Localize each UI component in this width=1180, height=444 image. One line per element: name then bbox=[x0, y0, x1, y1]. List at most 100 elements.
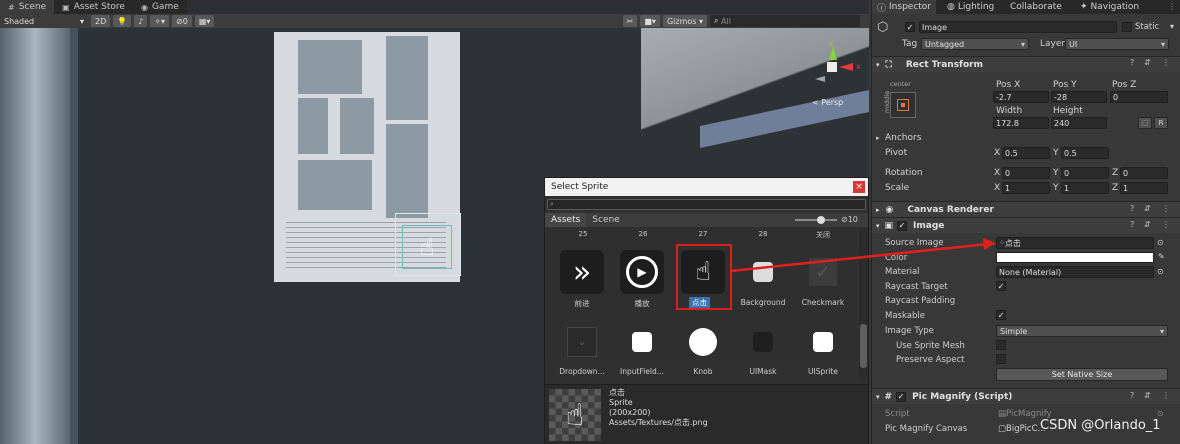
tab-inspector[interactable]: ⓘ Inspector bbox=[872, 0, 936, 14]
material-field[interactable]: None (Material) bbox=[996, 266, 1154, 278]
rotation-z-field[interactable]: 0 bbox=[1120, 167, 1168, 179]
camera-dropdown-icon[interactable]: ■▾ bbox=[640, 15, 660, 27]
color-swatch[interactable] bbox=[996, 252, 1154, 263]
pos-x-field[interactable]: -2.7 bbox=[993, 91, 1049, 103]
preset-icon[interactable]: ⇵ bbox=[1144, 204, 1151, 213]
tab-asset-store[interactable]: ▣ Asset Store bbox=[54, 0, 133, 14]
tools-icon[interactable]: ✂ bbox=[622, 15, 638, 27]
eyedropper-icon[interactable]: ✎ bbox=[1158, 252, 1165, 261]
preset-icon[interactable]: ⇵ bbox=[1144, 58, 1151, 67]
sprite-tap-hand-icon[interactable]: ☝ bbox=[681, 250, 725, 294]
2d-toggle[interactable]: 2D bbox=[91, 15, 111, 27]
more-icon[interactable]: ⋮ bbox=[1162, 58, 1170, 67]
preset-icon[interactable]: ⇵ bbox=[1144, 220, 1151, 229]
store-icon: ▣ bbox=[62, 2, 70, 12]
sprite-play-icon[interactable]: ▶ bbox=[620, 250, 664, 294]
sprite-forward-icon[interactable]: » bbox=[560, 250, 604, 294]
pic-magnify-enabled-checkbox[interactable]: ✓ bbox=[896, 391, 907, 402]
help-icon[interactable]: ? bbox=[1130, 220, 1134, 229]
pos-z-field[interactable]: 0 bbox=[1110, 91, 1168, 103]
gizmo-center[interactable] bbox=[827, 62, 837, 72]
grid-scrollbar-thumb[interactable] bbox=[860, 324, 867, 368]
tab-navigation[interactable]: ✦ Navigation bbox=[1075, 0, 1144, 14]
sprite-dropdown-icon[interactable]: ⌄ bbox=[560, 320, 604, 364]
sprite-uisprite-icon[interactable] bbox=[801, 320, 845, 364]
active-checkbox[interactable]: ✓ bbox=[905, 22, 915, 32]
sprite-knob-icon[interactable] bbox=[681, 320, 725, 364]
sprite-search-input[interactable]: ⌕ bbox=[547, 199, 866, 210]
tag-dropdown[interactable]: Untagged bbox=[921, 38, 1029, 50]
object-picker-icon[interactable]: ⊙ bbox=[1157, 409, 1164, 418]
more-icon[interactable]: ⋮ bbox=[1162, 220, 1170, 229]
scene-view[interactable]: # Scene ▣ Asset Store ◉ Game Shaded ▾ 2D 💡 ♪… bbox=[0, 0, 869, 444]
dialog-title-bar[interactable]: Select Sprite × bbox=[545, 178, 868, 196]
help-icon[interactable]: ? bbox=[1130, 204, 1134, 213]
scene-search-input[interactable]: ⌕ All bbox=[710, 15, 860, 27]
more-icon[interactable]: ⋮ bbox=[1162, 391, 1170, 400]
more-icon[interactable]: ⋮ bbox=[1168, 2, 1176, 11]
preset-icon[interactable]: ⇵ bbox=[1144, 391, 1151, 400]
effects-dropdown-icon[interactable]: ✧▾ bbox=[150, 15, 170, 27]
tab-scene-objects[interactable]: Scene bbox=[586, 213, 625, 227]
source-image-field[interactable]: ⁘ 点击 bbox=[996, 237, 1154, 249]
audio-toggle-icon[interactable]: ♪ bbox=[134, 15, 148, 27]
hidden-objects-toggle[interactable]: ⊘ 0 bbox=[172, 15, 192, 27]
scale-y-field[interactable]: 1 bbox=[1061, 182, 1109, 194]
anchors-label[interactable]: Anchors bbox=[885, 133, 921, 143]
tab-collaborate[interactable]: Collaborate bbox=[1005, 0, 1067, 14]
scene-gizmo[interactable]: y x bbox=[812, 38, 862, 88]
scale-z-field[interactable]: 1 bbox=[1120, 182, 1168, 194]
sprite-background-icon[interactable] bbox=[741, 250, 785, 294]
pivot-x-field[interactable]: 0.5 bbox=[1002, 147, 1050, 159]
grid-toggle-icon[interactable]: ▦▾ bbox=[194, 15, 215, 27]
gizmo-z-arrow[interactable] bbox=[815, 76, 825, 82]
tab-lighting[interactable]: ◍ Lighting bbox=[942, 0, 999, 14]
tap-hand-icon[interactable]: ☝ bbox=[402, 225, 452, 269]
raycast-target-checkbox[interactable]: ✓ bbox=[996, 281, 1006, 291]
gizmos-dropdown[interactable]: Gizmos ▾ bbox=[662, 15, 707, 27]
layer-dropdown[interactable]: UI bbox=[1065, 38, 1169, 50]
anchor-preset-button[interactable] bbox=[890, 92, 916, 118]
more-icon[interactable]: ⋮ bbox=[1162, 204, 1170, 213]
tab-game[interactable]: ◉ Game bbox=[133, 0, 187, 14]
gizmo-y-arrow[interactable] bbox=[829, 46, 837, 60]
maskable-checkbox[interactable]: ✓ bbox=[996, 310, 1006, 320]
use-sprite-mesh-checkbox[interactable] bbox=[996, 340, 1006, 350]
image-enabled-checkbox[interactable]: ✓ bbox=[897, 220, 908, 231]
sprite-uimask-icon[interactable] bbox=[741, 320, 785, 364]
object-picker-icon[interactable]: ⊙ bbox=[1157, 238, 1164, 247]
zoom-slider[interactable] bbox=[795, 219, 837, 221]
tab-scene[interactable]: # Scene bbox=[0, 0, 55, 14]
blueprint-mode-icon[interactable]: ⬚ bbox=[1138, 117, 1152, 129]
tab-assets[interactable]: Assets bbox=[545, 213, 587, 227]
object-name-field[interactable]: Image bbox=[919, 21, 1117, 33]
chevron-down-icon[interactable]: ▾ bbox=[1170, 22, 1174, 31]
sprite-checkmark-icon[interactable]: ✓ bbox=[801, 250, 845, 294]
lighting-toggle-icon[interactable]: 💡 bbox=[113, 15, 132, 27]
scale-x-field[interactable]: 1 bbox=[1002, 182, 1050, 194]
raycast-padding-label[interactable]: Raycast Padding bbox=[885, 296, 955, 306]
static-checkbox[interactable] bbox=[1122, 22, 1132, 32]
set-native-size-button[interactable]: Set Native Size bbox=[996, 368, 1168, 381]
foldout-arrow-icon[interactable]: ▸ bbox=[876, 134, 880, 142]
close-icon[interactable]: × bbox=[853, 181, 865, 193]
image-type-dropdown[interactable]: Simple bbox=[996, 325, 1168, 337]
help-icon[interactable]: ? bbox=[1130, 58, 1134, 67]
shading-dropdown[interactable]: Shaded ▾ bbox=[0, 15, 88, 27]
gizmo-x-arrow[interactable] bbox=[839, 63, 853, 71]
raw-edit-button[interactable]: R bbox=[1154, 117, 1168, 129]
width-field[interactable]: 172.8 bbox=[993, 117, 1049, 129]
rotation-x-field[interactable]: 0 bbox=[1002, 167, 1050, 179]
select-sprite-dialog[interactable]: Select Sprite × ⌕ Assets Scene ⊘10 25 26… bbox=[544, 177, 869, 444]
perspective-label[interactable]: < Persp bbox=[812, 98, 843, 107]
sprite-inputfield-icon[interactable] bbox=[620, 320, 664, 364]
pivot-y-field[interactable]: 0.5 bbox=[1061, 147, 1109, 159]
rotation-y-field[interactable]: 0 bbox=[1061, 167, 1109, 179]
help-icon[interactable]: ? bbox=[1130, 391, 1134, 400]
pos-y-field[interactable]: -28 bbox=[1051, 91, 1107, 103]
zoom-slider-handle[interactable] bbox=[817, 216, 825, 224]
preserve-aspect-checkbox[interactable] bbox=[996, 354, 1006, 364]
object-picker-icon[interactable]: ⊙ bbox=[1157, 267, 1164, 276]
height-field[interactable]: 240 bbox=[1051, 117, 1107, 129]
pic-magnify-canvas-field[interactable]: ▢BigPicC... bbox=[998, 424, 1046, 434]
